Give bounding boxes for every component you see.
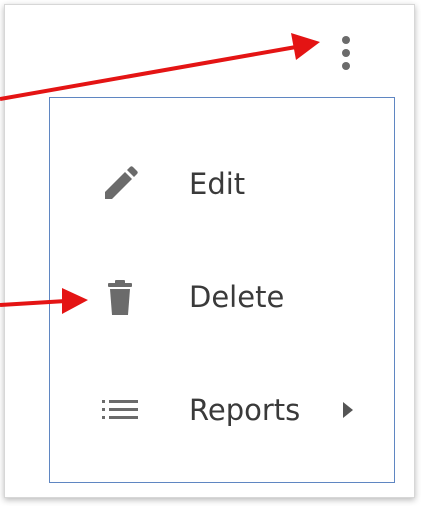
menu-item-edit[interactable]: Edit [50, 134, 394, 234]
menu-item-label: Reports [189, 393, 301, 427]
menu-item-reports[interactable]: Reports [50, 360, 394, 460]
panel-card: Edit Delete Reports [4, 4, 415, 498]
caret-right-icon [341, 400, 355, 420]
menu-item-label: Delete [189, 280, 285, 314]
menu-item-label: Edit [189, 167, 246, 201]
list-icon [100, 390, 140, 430]
context-menu: Edit Delete Reports [49, 97, 395, 483]
kebab-dot [342, 36, 350, 44]
screenshot-stage: Edit Delete Reports [0, 0, 421, 506]
kebab-dot [342, 49, 350, 57]
trash-icon [100, 277, 140, 317]
menu-item-delete[interactable]: Delete [50, 247, 394, 347]
pencil-icon [100, 164, 140, 204]
more-vert-icon[interactable] [331, 27, 361, 79]
kebab-dot [342, 62, 350, 70]
